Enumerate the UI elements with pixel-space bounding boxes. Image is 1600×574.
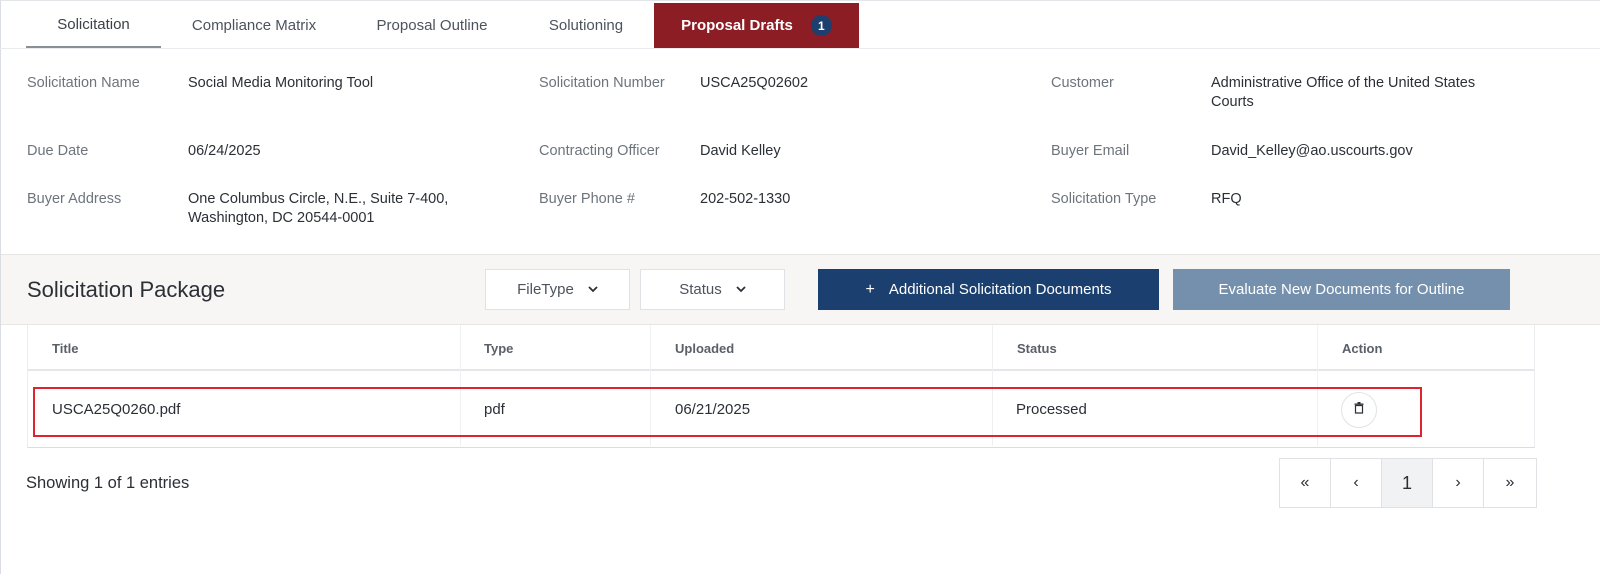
next-page-button[interactable]: › — [1433, 459, 1484, 507]
tab-compliance-matrix[interactable]: Compliance Matrix — [161, 3, 347, 48]
tab-solutioning[interactable]: Solutioning — [517, 3, 655, 48]
column-header-uploaded: Uploaded — [675, 341, 735, 356]
solicitation-type-label: Solicitation Type — [1051, 191, 1157, 207]
solicitation-name-label: Solicitation Name — [27, 75, 140, 91]
customer-label: Customer — [1051, 75, 1114, 91]
dropdown-label: FileType — [517, 281, 574, 298]
column-header-title: Title — [52, 341, 79, 356]
due-date-label: Due Date — [27, 143, 89, 159]
column-header-action: Action — [1342, 341, 1383, 356]
plus-icon: + — [865, 280, 875, 298]
column-header-type: Type — [484, 341, 514, 356]
previous-page-button[interactable]: ‹ — [1331, 459, 1382, 507]
page-1-button[interactable]: 1 — [1382, 459, 1433, 507]
column-header-status: Status — [1017, 341, 1057, 356]
button-label: Additional Solicitation Documents — [888, 281, 1112, 298]
filetype-dropdown[interactable]: FileType — [485, 269, 630, 310]
customer-value: Administrative Office of the United Stat… — [1211, 74, 1475, 112]
additional-documents-button[interactable]: + Additional Solicitation Documents — [818, 269, 1159, 310]
evaluate-documents-button[interactable]: Evaluate New Documents for Outline — [1173, 269, 1510, 310]
buyer-address-label: Buyer Address — [27, 191, 122, 207]
pagination: « ‹ 1 › » — [1279, 458, 1537, 508]
address-line: Washington, DC 20544-0001 — [188, 210, 375, 226]
button-label: Evaluate New Documents for Outline — [1218, 281, 1465, 298]
trash-icon — [1354, 401, 1364, 419]
delete-button[interactable] — [1341, 392, 1377, 428]
row-highlight — [33, 387, 1422, 437]
due-date-value: 06/24/2025 — [188, 143, 261, 159]
entries-count: Showing 1 of 1 entries — [26, 474, 190, 492]
tab-label: Compliance Matrix — [191, 17, 317, 34]
tab-proposal-drafts[interactable]: Proposal Drafts 1 — [654, 3, 859, 48]
status-dropdown[interactable]: Status — [640, 269, 785, 310]
solicitation-number-label: Solicitation Number — [539, 75, 665, 91]
section-title: Solicitation Package — [27, 277, 226, 302]
buyer-phone-label: Buyer Phone # — [539, 191, 635, 207]
address-line: One Columbus Circle, N.E., Suite 7-400, — [188, 191, 449, 207]
table-header: Title Type Uploaded Status Action — [28, 325, 1534, 371]
buyer-email-value: David_Kelley@ao.uscourts.gov — [1211, 143, 1413, 159]
solicitation-number-value: USCA25Q02602 — [700, 75, 809, 91]
tab-solicitation[interactable]: Solicitation — [26, 3, 161, 48]
contracting-officer-label: Contracting Officer — [539, 143, 660, 159]
chevron-down-icon — [736, 284, 746, 296]
solicitation-name-value: Social Media Monitoring Tool — [188, 75, 374, 91]
tabs-divider — [0, 48, 1600, 49]
contracting-officer-value: David Kelley — [700, 143, 781, 159]
tab-proposal-outline[interactable]: Proposal Outline — [347, 3, 517, 48]
dropdown-label: Status — [679, 281, 722, 298]
last-page-button[interactable]: » — [1484, 459, 1536, 507]
buyer-address-value: One Columbus Circle, N.E., Suite 7-400, … — [188, 190, 448, 228]
buyer-email-label: Buyer Email — [1051, 143, 1130, 159]
tab-label: Proposal Drafts — [681, 17, 793, 34]
tab-label: Proposal Outline — [376, 17, 488, 34]
customer-line: Courts — [1211, 94, 1254, 110]
first-page-button[interactable]: « — [1280, 459, 1331, 507]
tab-bar: Solicitation Compliance Matrix Proposal … — [26, 3, 859, 48]
tab-label: Solicitation — [57, 16, 130, 33]
chevron-down-icon — [588, 284, 598, 296]
buyer-phone-value: 202-502-1330 — [700, 191, 791, 207]
tab-label: Solutioning — [548, 17, 624, 34]
count-badge: 1 — [810, 15, 832, 36]
solicitation-type-value: RFQ — [1211, 191, 1242, 207]
customer-line: Administrative Office of the United Stat… — [1211, 75, 1476, 91]
